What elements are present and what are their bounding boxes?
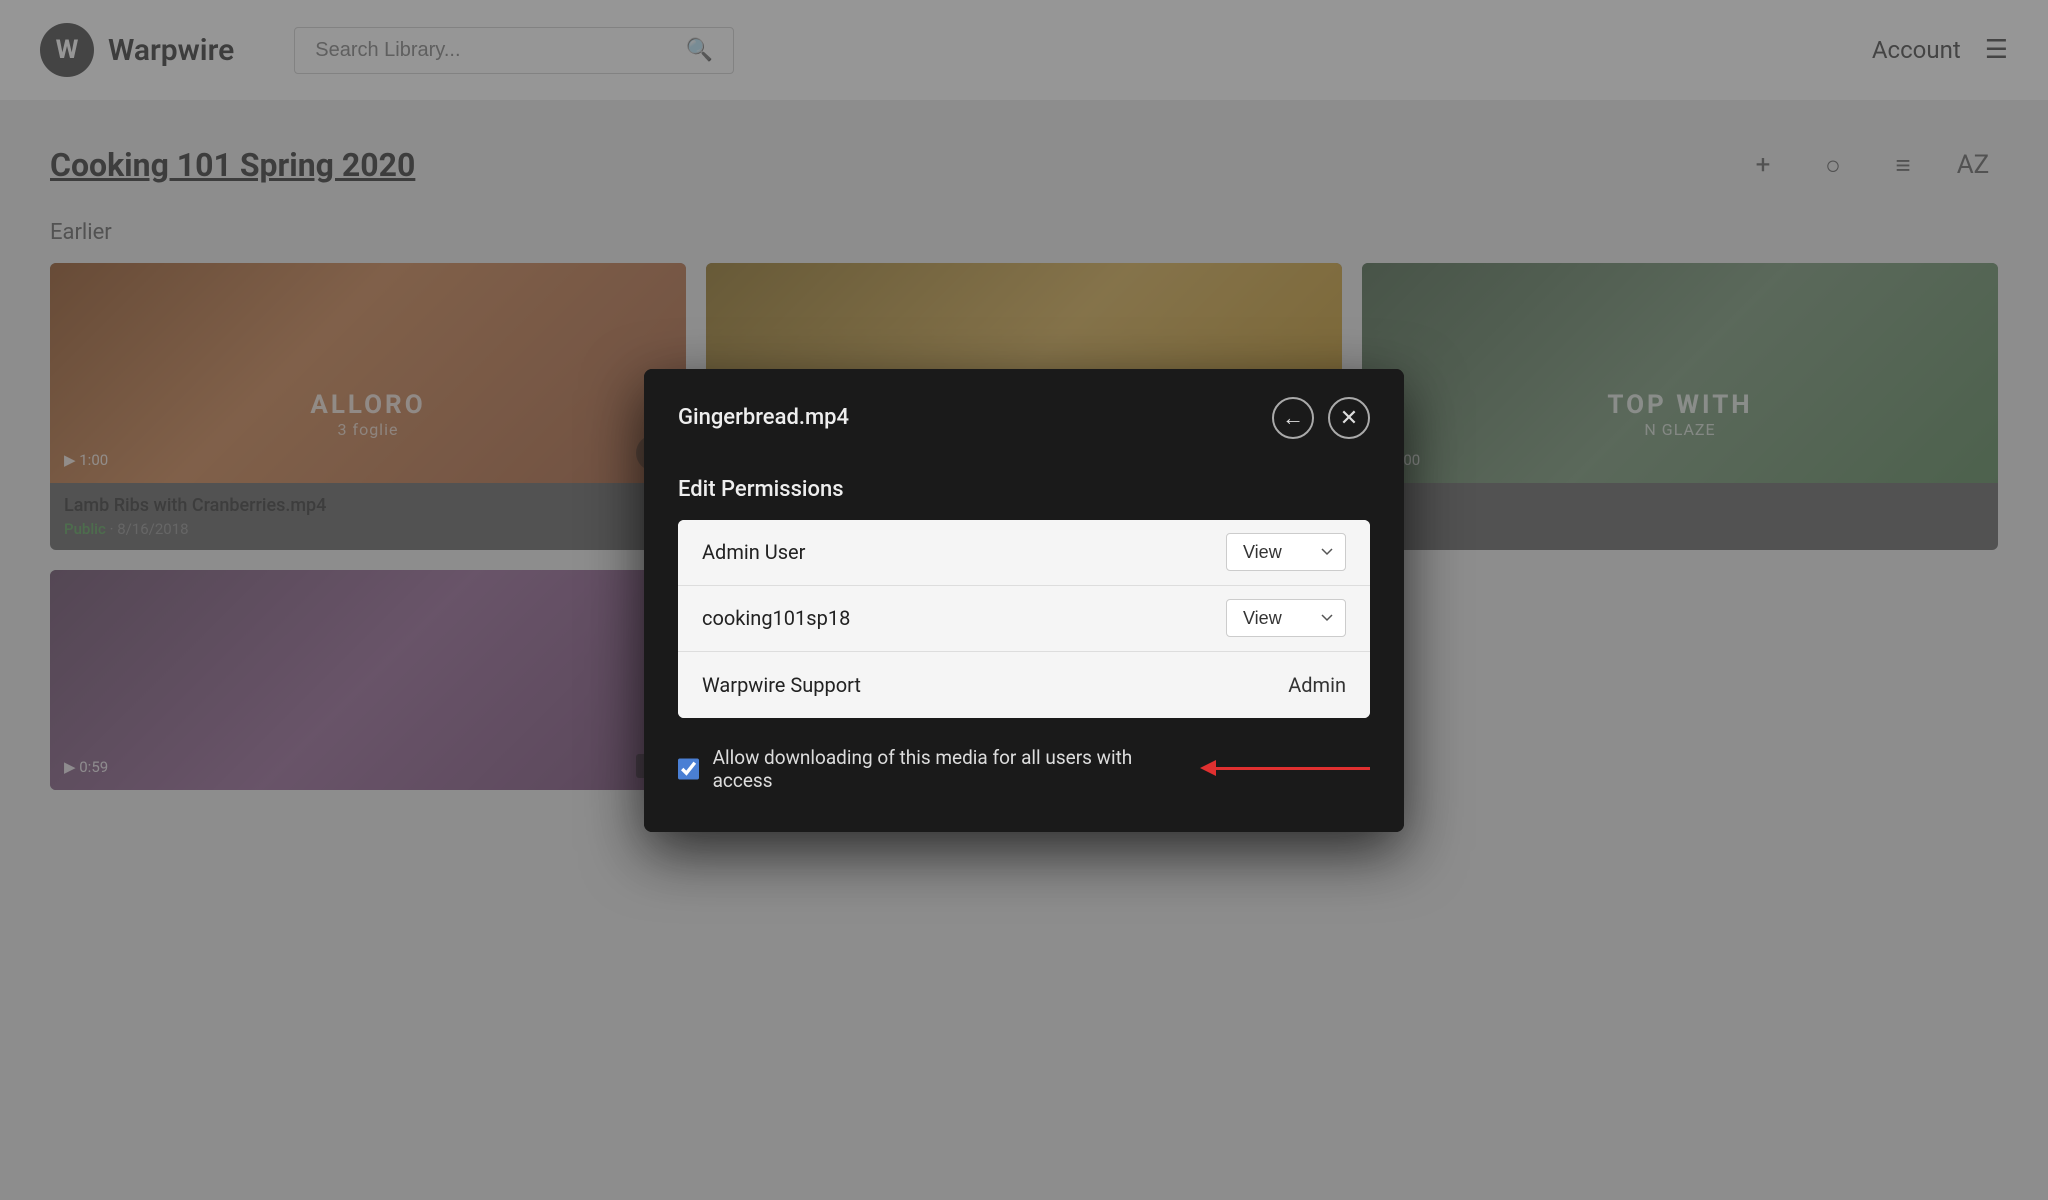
modal-filename: Gingerbread.mp4: [678, 405, 849, 430]
permissions-modal: Gingerbread.mp4 ← ✕ Edit Permissions Adm…: [644, 369, 1404, 832]
arrow-annotation: [1210, 767, 1370, 770]
table-row: Warpwire Support Admin: [678, 652, 1370, 718]
permissions-section-title: Edit Permissions: [678, 477, 1370, 502]
permissions-table: Admin User View Edit Admin None cooking1…: [678, 520, 1370, 718]
permission-user: Warpwire Support: [702, 673, 1288, 697]
permission-role-select[interactable]: View Edit Admin None: [1226, 533, 1346, 571]
table-row: cooking101sp18 View Edit Admin None: [678, 586, 1370, 652]
modal-overlay: Gingerbread.mp4 ← ✕ Edit Permissions Adm…: [0, 0, 2048, 1200]
modal-close-button[interactable]: ✕: [1328, 397, 1370, 439]
modal-back-button[interactable]: ←: [1272, 397, 1314, 439]
permission-user: Admin User: [702, 540, 1226, 564]
modal-header: Gingerbread.mp4 ← ✕: [644, 369, 1404, 467]
modal-header-actions: ← ✕: [1272, 397, 1370, 439]
permission-role-static: Admin: [1288, 673, 1346, 697]
permission-user: cooking101sp18: [702, 606, 1226, 630]
allow-download-label: Allow downloading of this media for all …: [713, 746, 1166, 792]
modal-body: Edit Permissions Admin User View Edit Ad…: [644, 467, 1404, 832]
allow-download-checkbox[interactable]: [678, 758, 699, 780]
permission-role-select[interactable]: View Edit Admin None: [1226, 599, 1346, 637]
arrow-line: [1210, 767, 1370, 770]
download-permission-row: Allow downloading of this media for all …: [678, 746, 1370, 792]
table-row: Admin User View Edit Admin None: [678, 520, 1370, 586]
